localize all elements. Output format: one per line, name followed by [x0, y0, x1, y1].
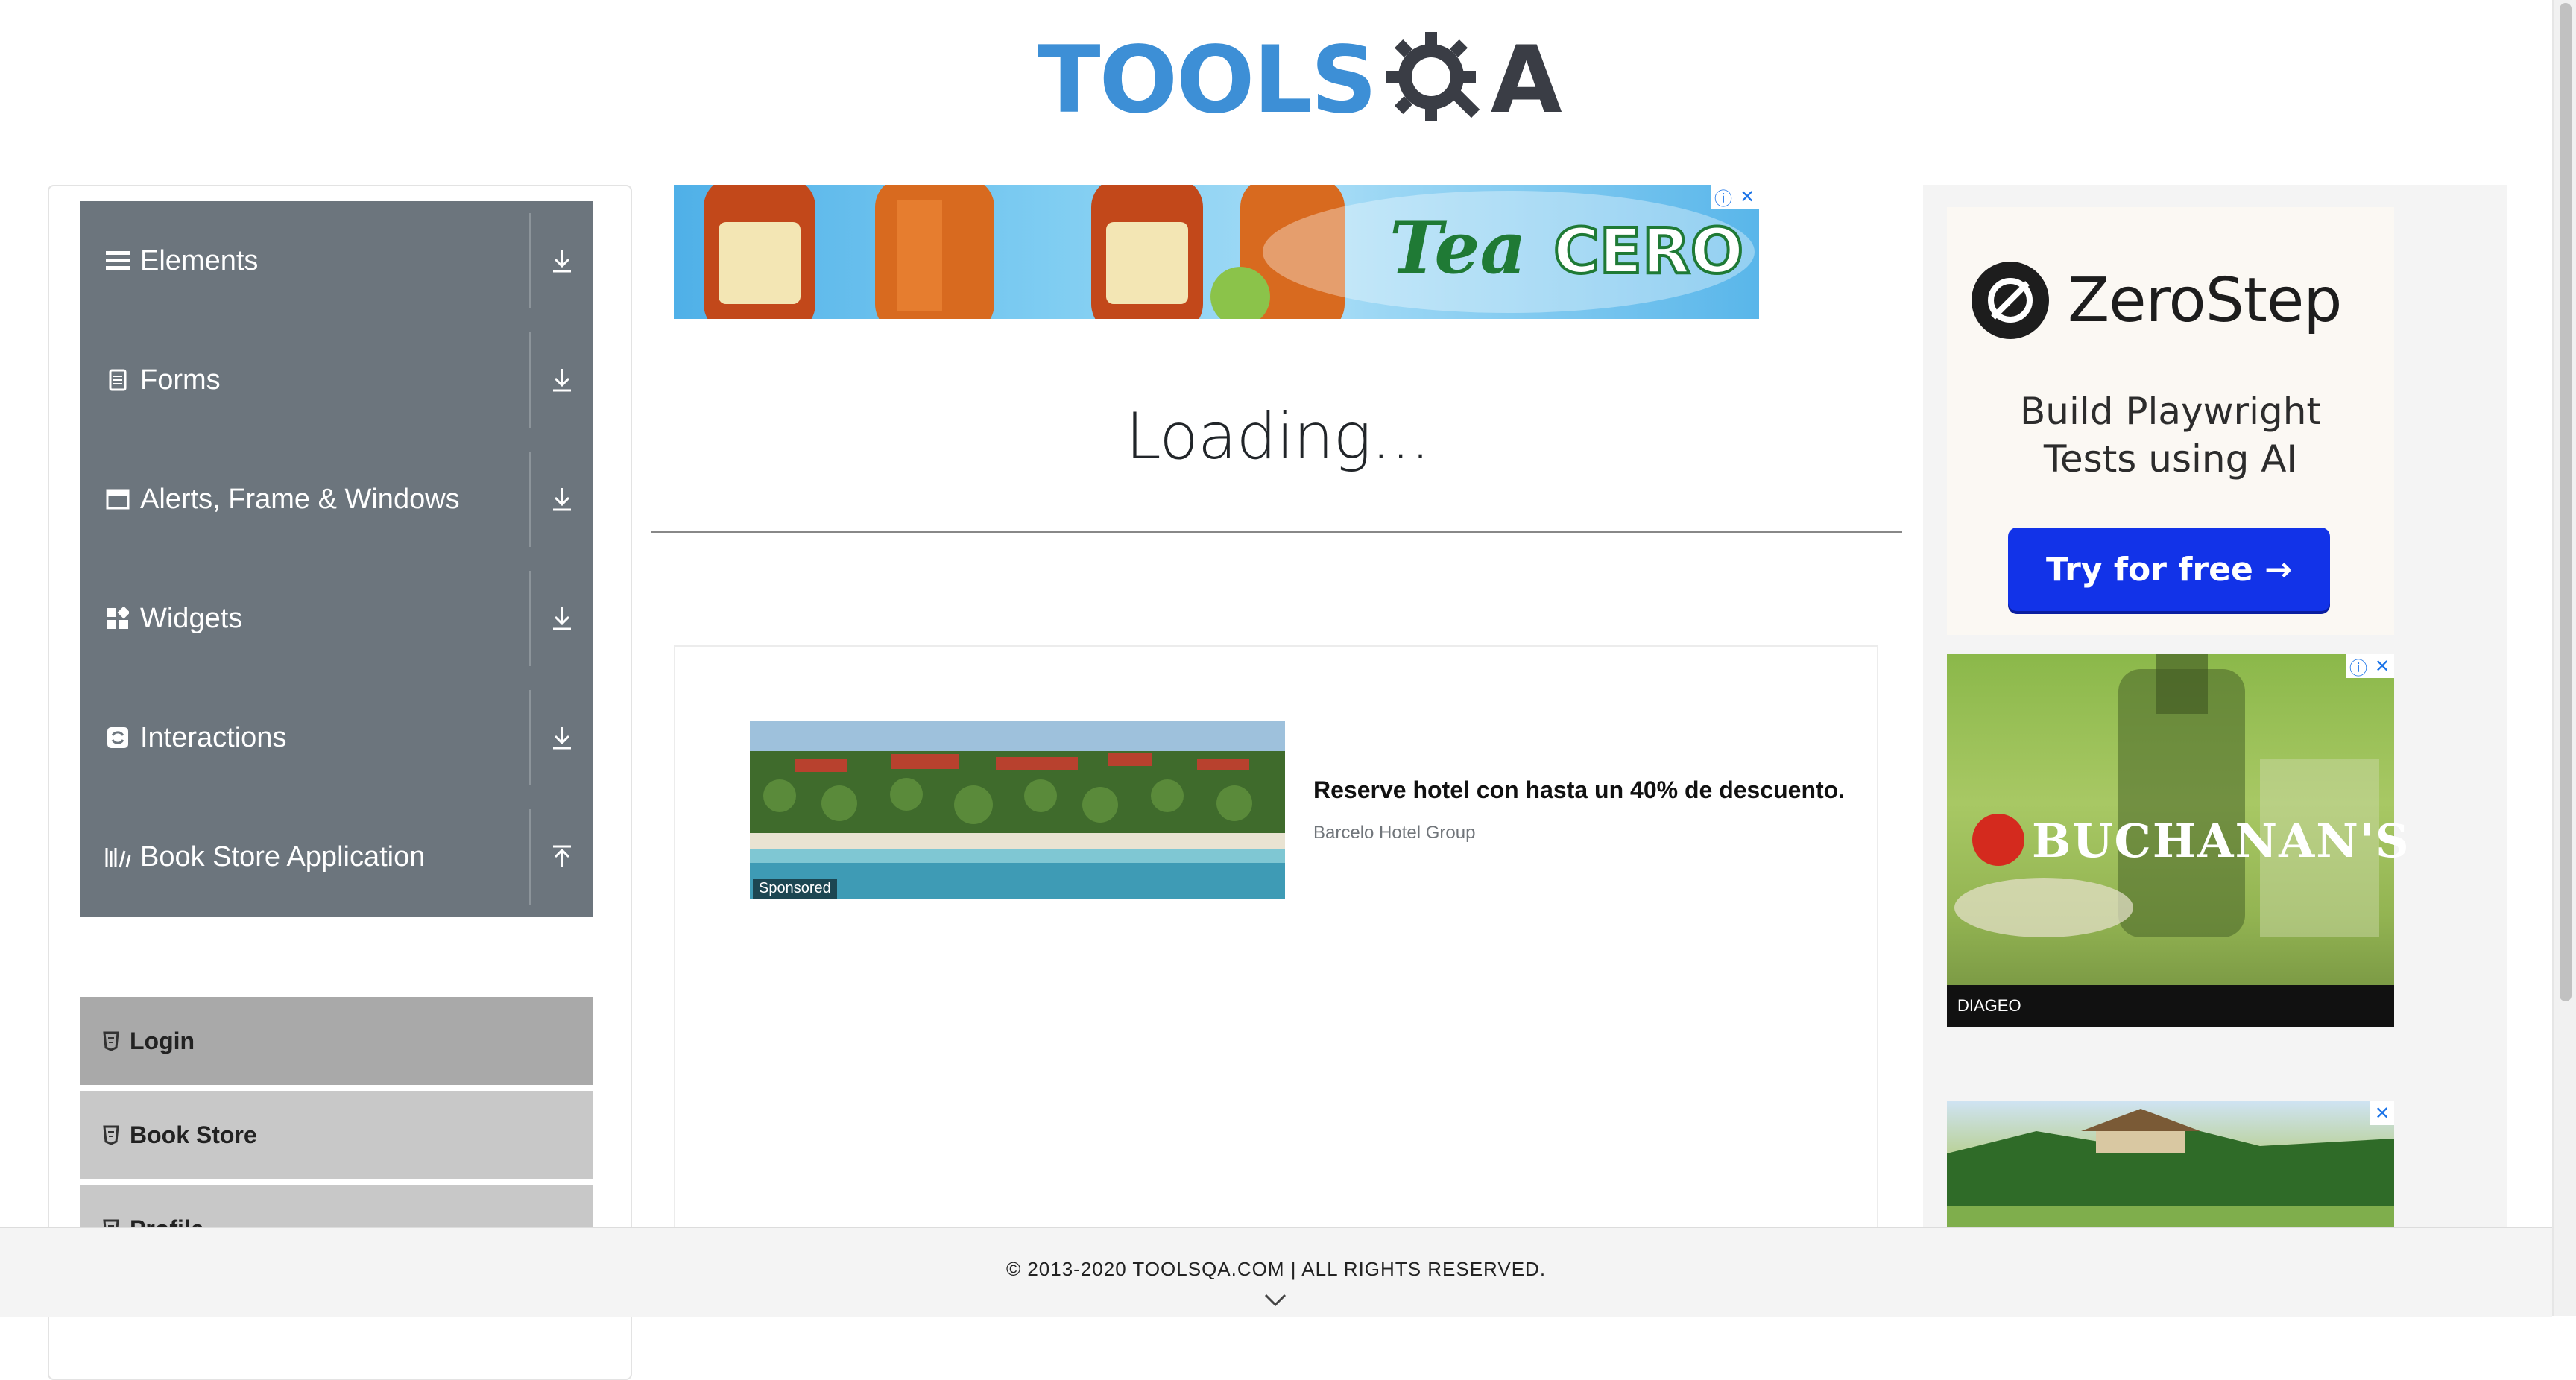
document-icon [104, 367, 131, 393]
download-icon[interactable] [531, 320, 593, 440]
sidebar-group-elements[interactable]: Elements [80, 201, 593, 320]
sponsored-ad-title[interactable]: Reserve hotel con hasta un 40% de descue… [1313, 776, 1845, 804]
resort-beach-image [750, 721, 1285, 899]
sidebar-item-label: Book Store [130, 1121, 257, 1148]
close-icon[interactable]: ✕ [2370, 654, 2394, 678]
banner-ad[interactable]: Tea CERO ⓘ ✕ [674, 185, 1759, 319]
group-label: Widgets [140, 602, 243, 634]
sidebar-group-interactions[interactable]: Interactions [80, 678, 593, 797]
chevron-down-icon[interactable] [1264, 1294, 1287, 1311]
ad-choices[interactable]: ⓘ ✕ [1711, 185, 1759, 209]
divider [651, 531, 1902, 533]
info-icon[interactable]: ⓘ [2346, 654, 2370, 679]
sponsored-ad-advertiser[interactable]: Barcelo Hotel Group [1313, 823, 1475, 843]
sidebar-group-widgets[interactable]: Widgets [80, 559, 593, 678]
download-icon[interactable] [531, 678, 593, 797]
html-file-icon [103, 1124, 121, 1145]
sponsored-tag: Sponsored [753, 879, 837, 899]
banner-ad-artwork: Tea CERO [704, 185, 1755, 319]
sidebar-item-label: Login [130, 1027, 195, 1054]
zerostep-brand: ZeroStep [2068, 265, 2342, 336]
zerostep-logo-icon [1972, 262, 2049, 339]
scrollbar-thumb[interactable] [2560, 3, 2572, 1001]
download-icon[interactable] [531, 559, 593, 678]
buchanans-footer: DIAGEO [1947, 985, 2394, 1027]
download-icon[interactable] [531, 201, 593, 320]
gear-magnifier-icon [1379, 25, 1491, 136]
group-label: Forms [140, 364, 221, 396]
headline-line: Tests using AI [2043, 437, 2298, 481]
svg-text:CERO: CERO [1553, 215, 1743, 288]
group-label: Interactions [140, 721, 287, 753]
download-icon[interactable] [531, 440, 593, 559]
sidebar-group-book-store-application[interactable]: Book Store Application [80, 797, 593, 917]
info-icon[interactable]: ⓘ [1711, 185, 1735, 209]
html-file-icon [103, 1031, 121, 1051]
logo-suffix: A [1490, 27, 1562, 134]
logo-text: TOOLS [1038, 27, 1377, 134]
group-label: Elements [140, 244, 259, 276]
zerostep-headline: Build Playwright Tests using AI [1947, 387, 2394, 483]
sidebar-group-alerts[interactable]: Alerts, Frame & Windows [80, 440, 593, 559]
svg-text:Tea: Tea [1389, 206, 1527, 290]
headline-line: Build Playwright [2019, 390, 2322, 433]
ad-choices[interactable]: ✕ [2370, 1101, 2394, 1125]
zerostep-logo: ZeroStep [1971, 261, 2342, 340]
buchanans-seal-icon [1972, 814, 2024, 866]
hamburger-icon [104, 247, 131, 274]
ad-choices[interactable]: ⓘ ✕ [2346, 654, 2394, 679]
group-label: Alerts, Frame & Windows [140, 483, 460, 515]
window-icon [104, 486, 131, 513]
upload-icon[interactable] [531, 797, 593, 917]
close-icon[interactable]: ✕ [1735, 185, 1759, 209]
sponsored-ad-image[interactable]: Sponsored [750, 721, 1285, 899]
interactions-icon [104, 724, 131, 751]
sidebar-item-login[interactable]: Login [80, 994, 593, 1085]
close-icon[interactable]: ✕ [2370, 1101, 2394, 1125]
books-icon [104, 843, 131, 870]
footer-copyright: © 2013-2020 TOOLSQA.COM | ALL RIGHTS RES… [1006, 1258, 1547, 1280]
sidebar-item-book-store[interactable]: Book Store [80, 1088, 593, 1179]
widgets-icon [104, 605, 131, 632]
site-logo[interactable]: TOOLS A [1038, 21, 1562, 140]
sidebar-group-forms[interactable]: Forms [80, 320, 593, 440]
group-label: Book Store Application [140, 841, 426, 873]
try-for-free-button[interactable]: Try for free → [2008, 528, 2330, 611]
loading-text: Loading... [1125, 399, 1430, 474]
buchanans-brand: BUCHANAN'S [2032, 814, 2411, 868]
